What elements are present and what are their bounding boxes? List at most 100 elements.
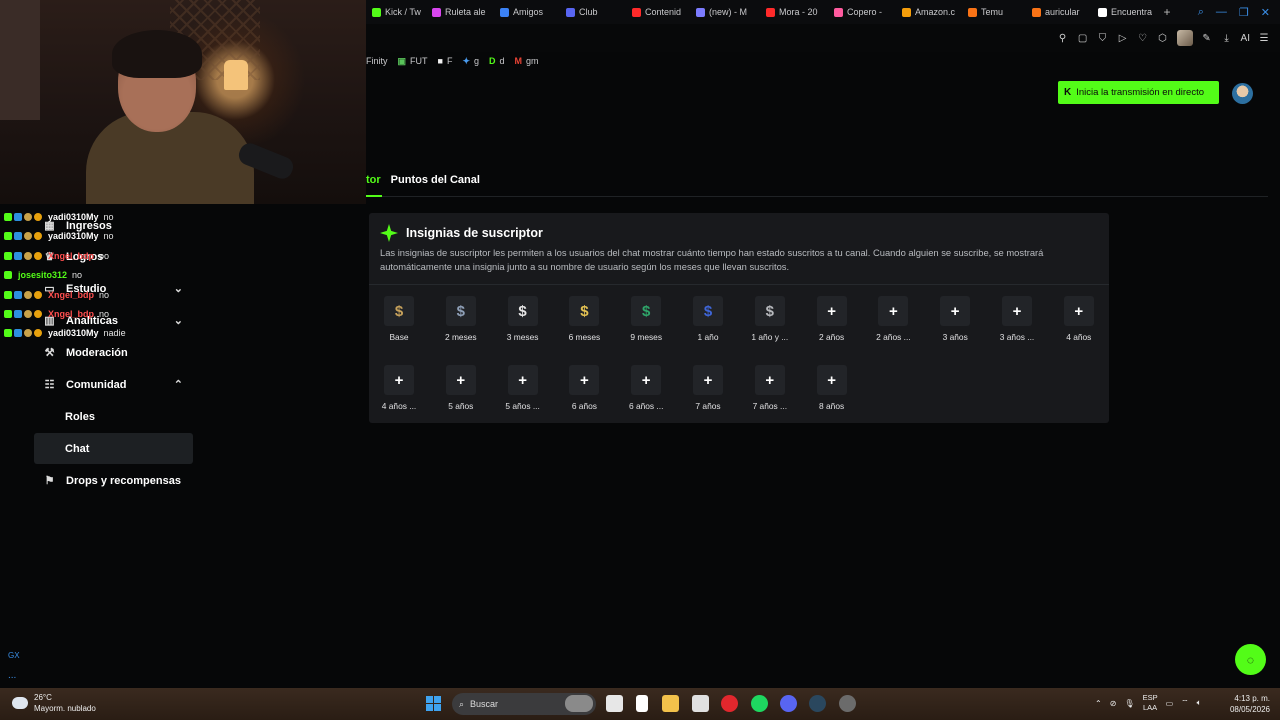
chevron-up-icon[interactable]: ⌃ <box>1095 699 1102 708</box>
sidebar-item-moderacion[interactable]: ⚒ Moderación <box>34 337 193 368</box>
badge-slot[interactable]: $6 meses <box>554 296 614 346</box>
screenshot-icon[interactable]: ▢ <box>1077 33 1089 44</box>
bookmark-item[interactable]: Finity <box>366 56 388 66</box>
chat-username[interactable]: yadi0310My <box>48 212 99 222</box>
bookmark-item[interactable]: ▣ FUT <box>398 56 428 67</box>
search-highlight-icon[interactable] <box>565 695 593 712</box>
badge-slot[interactable]: $1 año y ... <box>740 296 800 346</box>
browser-tab[interactable]: Amazon.c <box>896 0 962 24</box>
add-badge-slot[interactable]: +6 años ... <box>616 365 676 415</box>
opera-gx-icon[interactable] <box>721 695 738 712</box>
browser-tab[interactable]: auricular <box>1026 0 1092 24</box>
subscriber-badge-icon[interactable]: $ <box>445 296 476 326</box>
bookmark-item[interactable]: Mgm <box>515 56 539 66</box>
add-badge-slot[interactable]: +2 años ... <box>863 296 923 346</box>
plus-icon[interactable]: + <box>1063 296 1094 326</box>
chat-username[interactable]: yadi0310My <box>48 328 99 338</box>
search-icon[interactable]: ⌕ <box>1198 6 1204 19</box>
sidebar-item-comunidad[interactable]: ☷ Comunidad ⌃ <box>34 369 193 400</box>
play-icon[interactable]: ▷ <box>1117 33 1129 44</box>
user-avatar[interactable] <box>1232 83 1253 104</box>
sidebar-item-drops[interactable]: ⚑ Drops y recompensas <box>34 465 193 496</box>
taskbar-clock[interactable]: 4:13 p. m. 08/05/2026 <box>1222 693 1270 715</box>
app-icon[interactable] <box>839 695 856 712</box>
plus-icon[interactable]: + <box>631 365 662 395</box>
notepad-icon[interactable] <box>636 695 648 712</box>
minimize-icon[interactable]: — <box>1216 6 1227 19</box>
badge-slot[interactable]: $ Base <box>369 296 429 346</box>
subscriber-badge-icon[interactable]: $ <box>754 296 785 326</box>
plus-icon[interactable]: + <box>569 365 600 395</box>
bookmark-item[interactable]: ✦ g <box>462 56 479 67</box>
shield-icon[interactable]: ⛉ <box>1097 33 1109 44</box>
tab-puntos-del-canal[interactable]: Puntos del Canal <box>391 174 480 186</box>
chat-username[interactable]: Xngel_bdp <box>48 251 94 261</box>
plus-icon[interactable]: + <box>445 365 476 395</box>
add-badge-slot[interactable]: +2 años <box>802 296 862 346</box>
subscriber-badge-icon[interactable]: $ <box>631 296 662 326</box>
browser-tab[interactable]: Club <box>560 0 626 24</box>
badge-slot[interactable]: $2 meses <box>431 296 491 346</box>
subscriber-badge-icon[interactable]: $ <box>693 296 723 326</box>
volume-icon[interactable]: 🔈︎ <box>1197 698 1202 708</box>
maximize-icon[interactable]: ❐ <box>1239 6 1249 19</box>
ai-button[interactable]: AI <box>1241 33 1250 44</box>
bookmark-item[interactable]: ■ F <box>438 56 453 66</box>
plus-icon[interactable]: + <box>754 365 785 395</box>
add-badge-slot[interactable]: +7 años ... <box>740 365 800 415</box>
extension-icon[interactable]: ✎ <box>1201 33 1213 44</box>
profile-avatar[interactable] <box>1176 30 1193 46</box>
browser-tab[interactable]: Contenid <box>626 0 690 24</box>
chevron-up-icon[interactable]: ⌃ <box>174 378 183 391</box>
download-icon[interactable]: ⤓ <box>1221 33 1233 44</box>
bookmark-item[interactable]: Dd <box>489 56 505 66</box>
plus-icon[interactable]: + <box>384 365 414 395</box>
browser-tab[interactable]: Mora - 20 <box>760 0 828 24</box>
store-icon[interactable] <box>692 695 709 712</box>
plus-icon[interactable]: + <box>816 296 847 326</box>
subscriber-badge-icon[interactable]: $ <box>507 296 538 326</box>
plus-icon[interactable]: + <box>507 365 538 395</box>
chat-username[interactable]: josesito312 <box>18 270 67 280</box>
chevron-down-icon[interactable]: ⌄ <box>174 314 183 327</box>
display-icon[interactable]: ▭ <box>1166 699 1174 708</box>
browser-tab[interactable]: Amigos <box>494 0 560 24</box>
browser-tab[interactable]: Encuentra <box>1092 0 1158 24</box>
tab-suscriptor[interactable]: tor <box>366 174 381 186</box>
subscriber-badge-icon[interactable]: $ <box>384 296 414 326</box>
add-badge-slot[interactable]: +3 años <box>925 296 985 346</box>
new-tab-button[interactable]: + <box>1158 5 1176 19</box>
browser-tab[interactable]: Temu <box>962 0 1026 24</box>
windows-start-icon[interactable] <box>426 696 441 711</box>
add-badge-slot[interactable]: +6 años <box>554 365 614 415</box>
sidebar-item-chat[interactable]: Chat <box>34 433 193 464</box>
chat-username[interactable]: Xngel_bdp <box>48 290 94 300</box>
chat-username[interactable]: Xngel_bdp <box>48 309 94 319</box>
add-badge-slot[interactable]: +7 años <box>678 365 738 415</box>
steam-icon[interactable] <box>809 695 826 712</box>
browser-tab[interactable]: Kick / Tw <box>366 0 426 24</box>
wifi-icon[interactable]: ⌔ <box>1181 698 1189 708</box>
network-off-icon[interactable]: ⊘ <box>1110 699 1117 708</box>
file-explorer-icon[interactable] <box>662 695 679 712</box>
badge-slot[interactable]: $1 año <box>678 296 738 346</box>
bookmark-icon[interactable]: ⚲ <box>1057 33 1069 44</box>
browser-tab[interactable]: Copero - <box>828 0 896 24</box>
add-badge-slot[interactable]: +4 años ... <box>369 365 429 415</box>
discord-icon[interactable] <box>780 695 797 712</box>
language-indicator[interactable]: ESP LAA <box>1143 693 1158 713</box>
heart-icon[interactable]: ♡ <box>1137 33 1149 44</box>
microphone-icon[interactable]: 🎙︎ <box>1124 699 1134 708</box>
go-live-button[interactable]: K Inicia la transmisión en directo <box>1058 81 1219 104</box>
plus-icon[interactable]: + <box>693 365 723 395</box>
subscriber-badge-icon[interactable]: $ <box>569 296 600 326</box>
plus-icon[interactable]: + <box>816 365 847 395</box>
add-badge-slot[interactable]: +8 años <box>802 365 862 415</box>
browser-tab[interactable]: Ruleta ale <box>426 0 494 24</box>
plus-icon[interactable]: + <box>940 296 971 326</box>
add-badge-slot[interactable]: +4 años <box>1049 296 1109 346</box>
plus-icon[interactable]: + <box>878 296 909 326</box>
chat-username[interactable]: yadi0310My <box>48 231 99 241</box>
spotify-icon[interactable] <box>751 695 768 712</box>
sidebar-item-roles[interactable]: Roles <box>34 401 193 432</box>
